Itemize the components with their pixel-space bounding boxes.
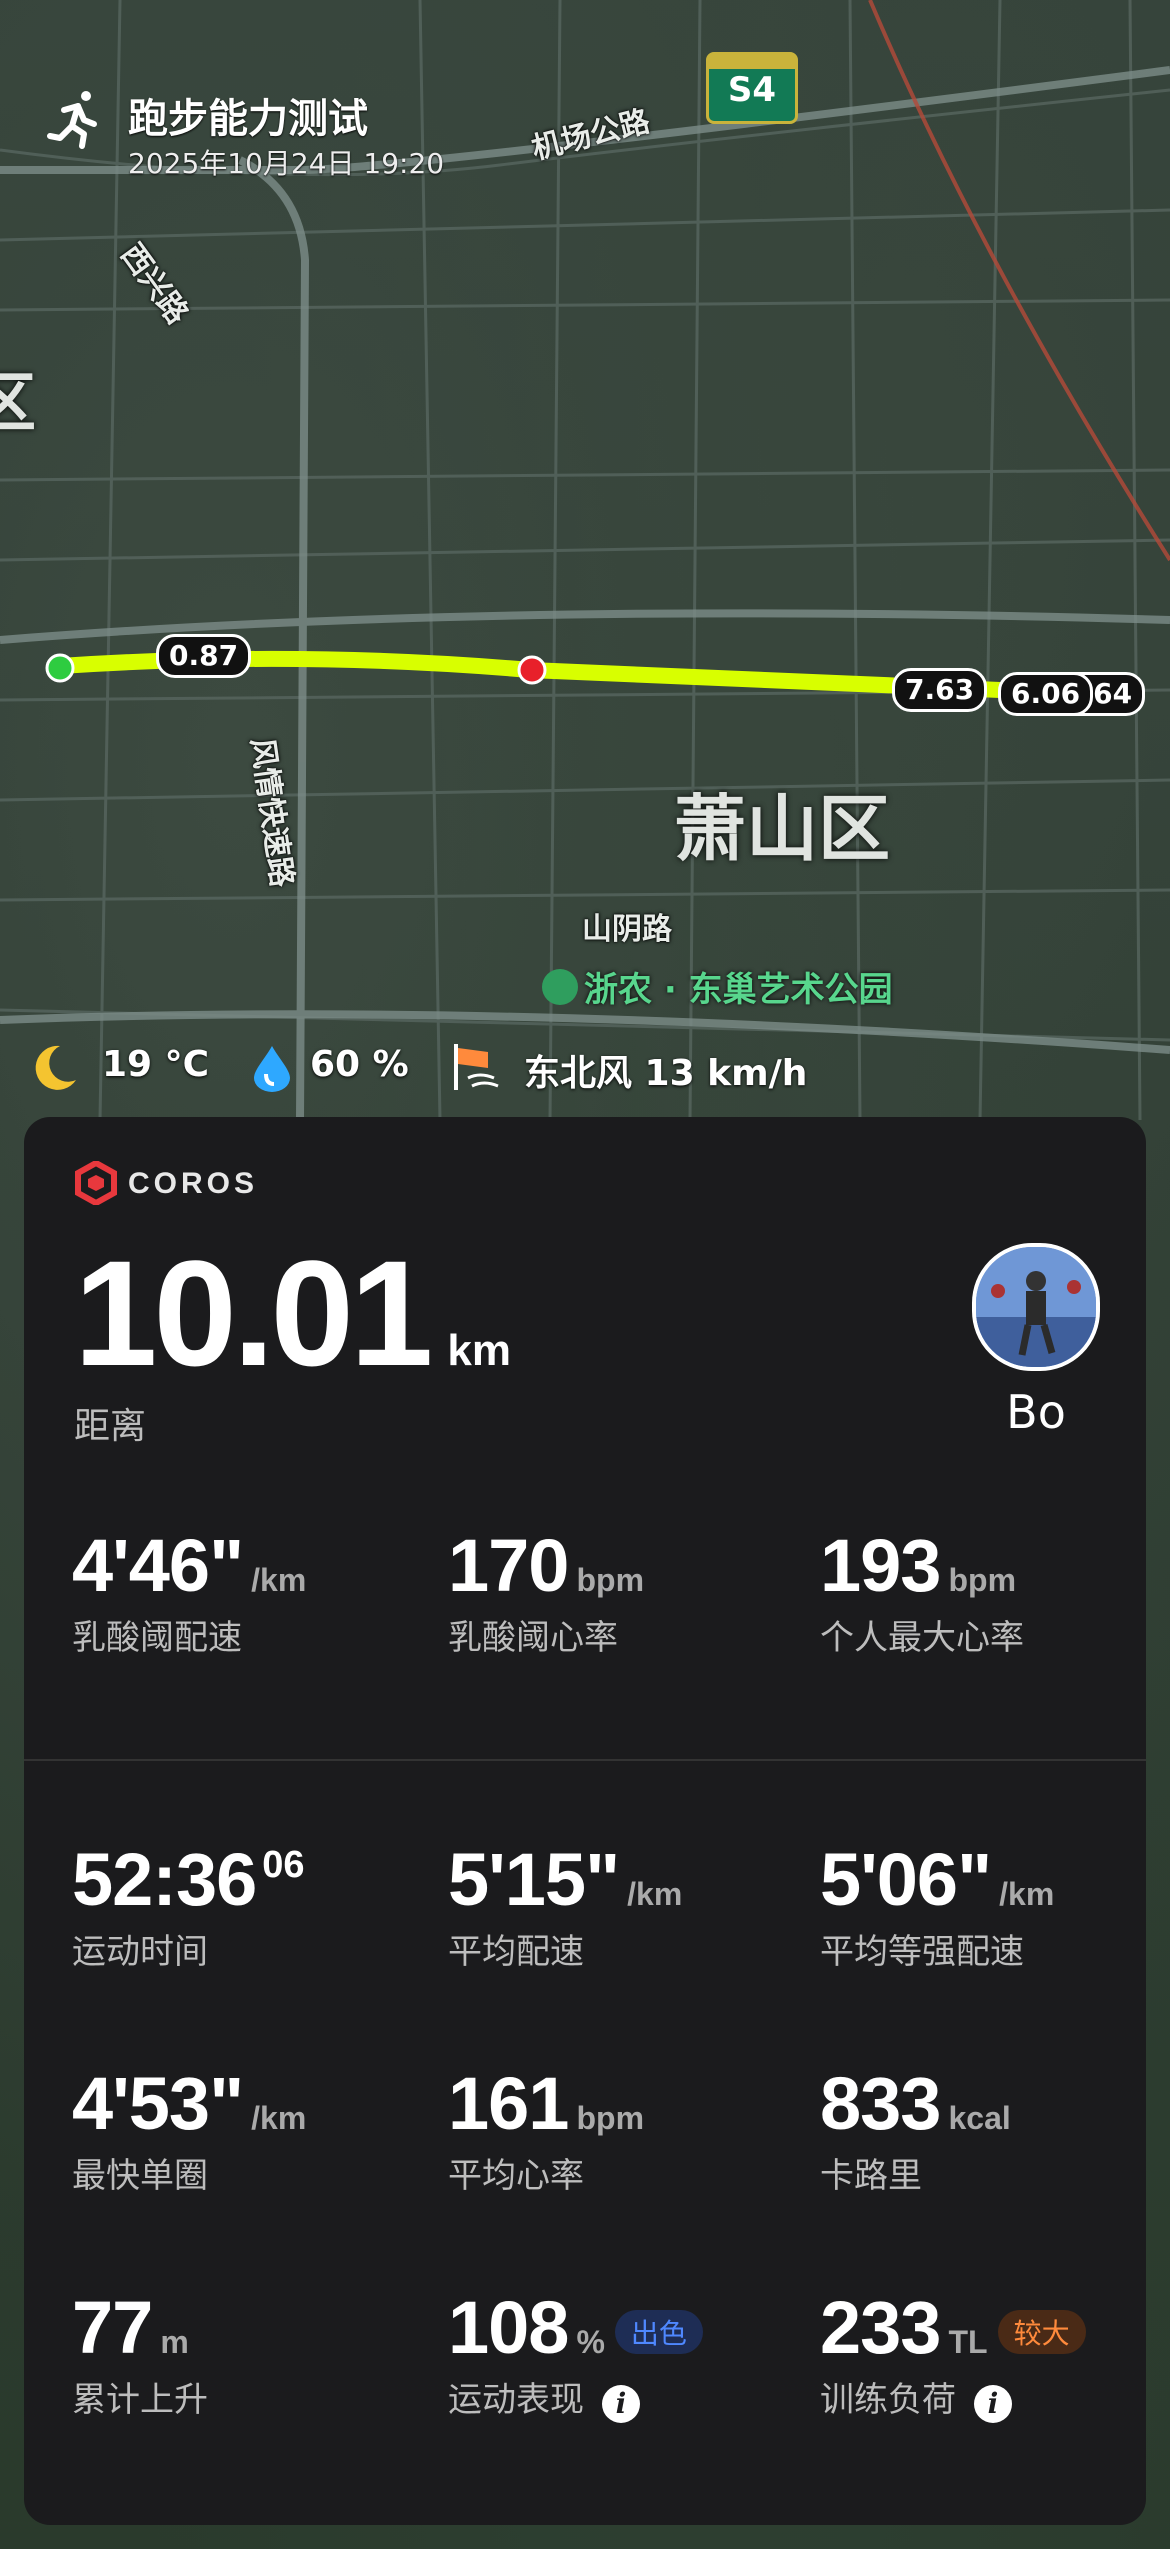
stat-avg-gap: 5'06"/km 平均等强配速 xyxy=(820,1838,1055,1972)
stat-threshold-hr: 170 bpm 乳酸阈心率 xyxy=(448,1524,645,1658)
activity-datetime: 2025年10月24日 19:20 xyxy=(128,147,445,180)
stats-card: COROS 10.01 km 距离 Bo 4'46"/km 乳酸阈配速 170 bp… xyxy=(24,1117,1146,2525)
training-load-info-icon[interactable]: i xyxy=(974,2385,1012,2423)
avatar-image xyxy=(976,1247,1096,1367)
distance-value: 10.01 km xyxy=(74,1229,511,1397)
stat-avg-pace: 5'15"/km 平均配速 xyxy=(448,1838,683,1972)
park-label: 浙农 · 东巢艺术公园 xyxy=(542,962,893,1011)
district-label: 区 xyxy=(0,367,36,441)
brand-logo: COROS xyxy=(74,1159,254,1207)
km-marker[interactable]: 0.87 xyxy=(156,634,252,678)
performance-badge: 出色 xyxy=(614,2310,703,2354)
wind: 东北风 13 km/h xyxy=(524,1053,808,1094)
road-label: 山阴路 xyxy=(582,912,672,947)
stat-duration: 52:36 06 运动时间 xyxy=(72,1838,305,1972)
stat-elevation-gain: 77 m 累计上升 xyxy=(72,2286,208,2420)
stat-avg-hr: 161 bpm 平均心率 xyxy=(448,2062,645,2196)
activity-title: 跑步能力测试 xyxy=(128,96,368,142)
humidity-icon xyxy=(254,1046,290,1092)
training-load-badge: 较大 xyxy=(997,2310,1086,2354)
stat-max-hr: 193 bpm 个人最大心率 xyxy=(820,1524,1024,1658)
km-marker[interactable]: 7.63 xyxy=(892,668,988,712)
distance-label: 距离 xyxy=(74,1406,147,1447)
avatar[interactable] xyxy=(972,1243,1100,1371)
stat-fastest-lap: 4'53"/km 最快单圈 xyxy=(72,2062,307,2196)
temperature: 19 °C xyxy=(102,1044,210,1085)
park-icon xyxy=(542,969,578,1005)
divider xyxy=(24,1759,1146,1761)
moon-icon xyxy=(35,1045,76,1090)
brand-name: COROS xyxy=(128,1167,259,1200)
stat-training-load: 233 TL 较大 训练负荷 i xyxy=(820,2285,1086,2423)
highway-shield: S4 xyxy=(706,52,798,124)
km-marker[interactable]: 6.06 xyxy=(998,672,1094,716)
stat-calories: 833 kcal 卡路里 xyxy=(820,2062,1011,2196)
coros-logo-icon xyxy=(75,1159,117,1207)
stat-performance: 108% 出色 运动表现 i xyxy=(448,2285,703,2423)
wind-icon xyxy=(454,1044,499,1090)
performance-info-icon[interactable]: i xyxy=(602,2385,640,2423)
humidity: 60 % xyxy=(310,1044,409,1085)
stat-threshold-pace: 4'46"/km 乳酸阈配速 xyxy=(72,1524,307,1658)
user-name: Bo xyxy=(1006,1385,1066,1439)
district-label: 萧山区 xyxy=(674,787,891,871)
running-icon xyxy=(47,91,97,149)
